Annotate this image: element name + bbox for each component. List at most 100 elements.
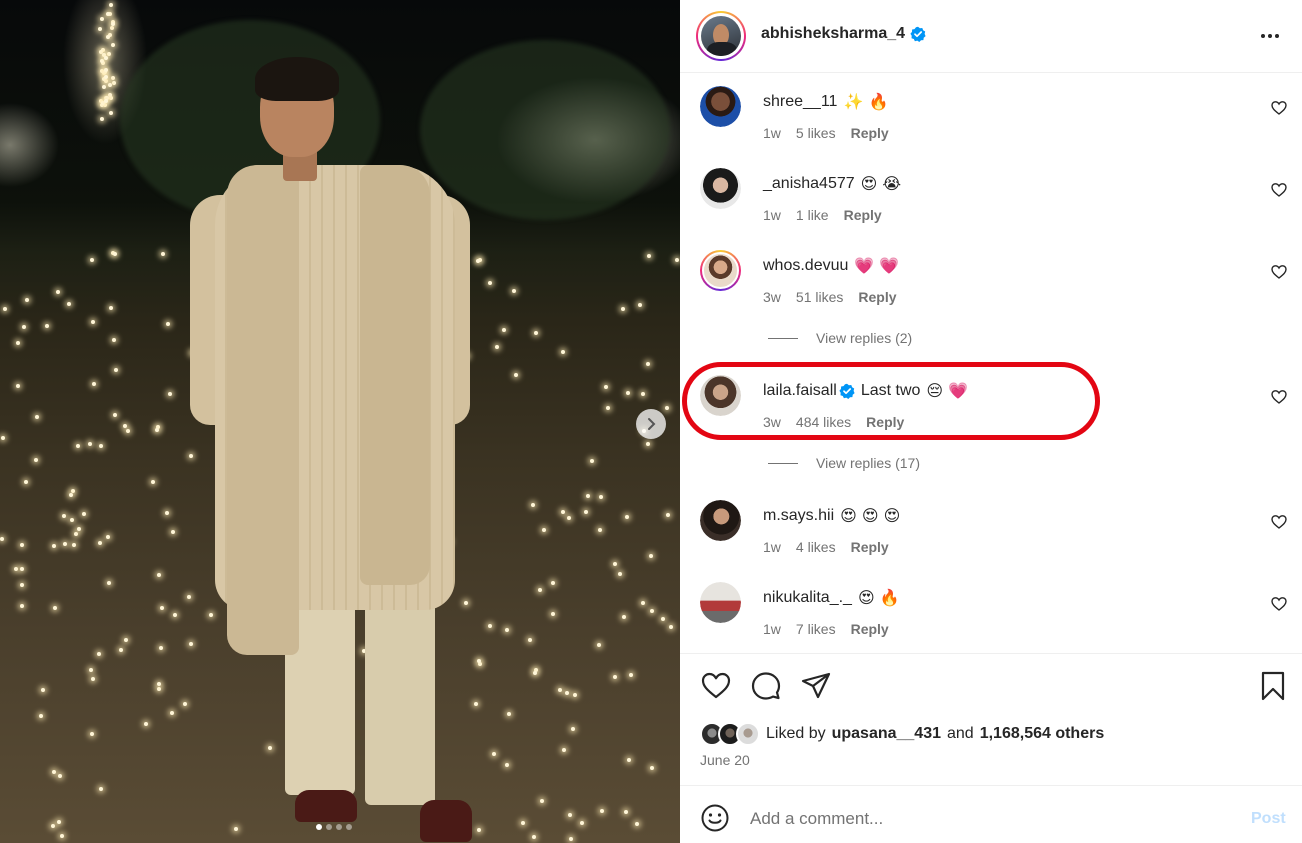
fairy-light (171, 530, 175, 534)
comment-likes[interactable]: 4 likes (796, 539, 836, 555)
fairy-light (82, 512, 86, 516)
fairy-light (91, 677, 95, 681)
fairy-light (24, 480, 28, 484)
fairy-light (561, 350, 565, 354)
comment-likes[interactable]: 484 likes (796, 414, 851, 430)
fairy-light (70, 518, 74, 522)
comment-time[interactable]: 1w (763, 125, 781, 141)
comment-username[interactable]: shree__11 (763, 93, 837, 111)
post-header: abhisheksharma_4 (680, 0, 1302, 73)
comment-time[interactable]: 1w (763, 539, 781, 555)
fairy-light (112, 81, 116, 85)
commenter-avatar[interactable] (700, 168, 741, 209)
share-icon[interactable] (800, 670, 832, 702)
reply-button[interactable]: Reply (851, 621, 889, 637)
fairy-light (599, 495, 603, 499)
comment-time[interactable]: 1w (763, 621, 781, 637)
fairy-light (675, 258, 679, 262)
commenter-avatar[interactable] (700, 500, 741, 541)
commenter-avatar[interactable] (700, 250, 741, 291)
commenter-avatar[interactable] (700, 582, 741, 623)
fairy-light (573, 693, 577, 697)
more-icon (1261, 34, 1265, 38)
comment-username[interactable]: whos.devuu (763, 257, 848, 275)
fairy-light (111, 76, 115, 80)
comment-like-heart-icon[interactable] (1271, 389, 1287, 405)
fairy-light (102, 85, 106, 89)
comment-item-highlighted: laila.faisall Last two 😔 💗 3w 484 likes … (680, 375, 1302, 445)
fairy-light (62, 514, 66, 518)
fairy-light (112, 338, 116, 342)
liked-by-row: Liked by upasana__431 and 1,168,564 othe… (700, 722, 1104, 746)
comment-username[interactable]: m.says.hii (763, 507, 834, 525)
fairy-light (647, 254, 651, 258)
liker-avatars[interactable] (700, 722, 760, 746)
fairy-light (160, 606, 164, 610)
fairy-light (627, 758, 631, 762)
fairy-light (173, 613, 177, 617)
reply-button[interactable]: Reply (844, 207, 882, 223)
comment-like-heart-icon[interactable] (1271, 514, 1287, 530)
fairy-light (109, 111, 113, 115)
comment-like-heart-icon[interactable] (1271, 182, 1287, 198)
carousel-dot (346, 824, 352, 830)
comment-username[interactable]: laila.faisall (763, 382, 837, 400)
comment-emojis: 💗 💗 (854, 256, 900, 275)
fairy-light (584, 510, 588, 514)
commenter-avatar[interactable] (700, 375, 741, 416)
fairy-light (569, 837, 573, 841)
reply-button[interactable]: Reply (851, 125, 889, 141)
carousel-next-button[interactable] (636, 409, 666, 439)
post-button[interactable]: Post (1251, 810, 1286, 828)
fairy-light (16, 341, 20, 345)
post-panel: abhisheksharma_4 shree__11 ✨ 🔥 1w 5 like… (680, 0, 1302, 843)
heart-icon[interactable] (700, 670, 732, 702)
bookmark-icon[interactable] (1257, 670, 1289, 702)
author-username[interactable]: abhisheksharma_4 (761, 25, 905, 43)
fairy-light (540, 799, 544, 803)
comment-time[interactable]: 1w (763, 207, 781, 223)
fairy-light (20, 604, 24, 608)
liked-by-user[interactable]: upasana__431 (832, 725, 941, 743)
smile-icon[interactable] (700, 803, 730, 833)
fairy-light (624, 810, 628, 814)
comment-username[interactable]: _anisha4577 (763, 175, 855, 193)
comment-like-heart-icon[interactable] (1271, 264, 1287, 280)
fairy-light (586, 494, 590, 498)
comment-input[interactable] (750, 805, 1230, 833)
fairy-light (650, 766, 654, 770)
comment-like-heart-icon[interactable] (1271, 100, 1287, 116)
fairy-light (52, 544, 56, 548)
reply-button[interactable]: Reply (866, 414, 904, 430)
comment-likes[interactable]: 51 likes (796, 289, 843, 305)
fairy-light (565, 691, 569, 695)
comment-item: nikukalita_._ 😍 🔥 1w 7 likes Reply (680, 582, 1302, 652)
comment-likes[interactable]: 7 likes (796, 621, 836, 637)
author-avatar[interactable] (696, 11, 746, 61)
comment-likes[interactable]: 5 likes (796, 125, 836, 141)
comment-username[interactable]: nikukalita_._ (763, 589, 852, 607)
comment-icon[interactable] (750, 670, 782, 702)
fairy-light (507, 712, 511, 716)
comment-time[interactable]: 3w (763, 289, 781, 305)
post-photo[interactable] (0, 0, 680, 843)
reply-button[interactable]: Reply (851, 539, 889, 555)
fairy-light (52, 770, 56, 774)
commenter-avatar[interactable] (700, 86, 741, 127)
fairy-light (492, 752, 496, 756)
comment-likes[interactable]: 1 like (796, 207, 829, 223)
fairy-light (98, 541, 102, 545)
fairy-light (618, 572, 622, 576)
comments-list[interactable]: shree__11 ✨ 🔥 1w 5 likes Reply _anisha45… (680, 74, 1302, 653)
fairy-light (558, 688, 562, 692)
view-replies-button[interactable]: View replies (17) (768, 455, 920, 471)
post-date[interactable]: June 20 (700, 752, 750, 768)
view-replies-button[interactable]: View replies (2) (768, 330, 912, 346)
comment-time[interactable]: 3w (763, 414, 781, 430)
comment-like-heart-icon[interactable] (1271, 596, 1287, 612)
fairy-light (646, 362, 650, 366)
reply-button[interactable]: Reply (858, 289, 896, 305)
more-options-button[interactable] (1256, 25, 1284, 47)
fairy-light (90, 732, 94, 736)
liked-by-others[interactable]: 1,168,564 others (980, 725, 1105, 743)
